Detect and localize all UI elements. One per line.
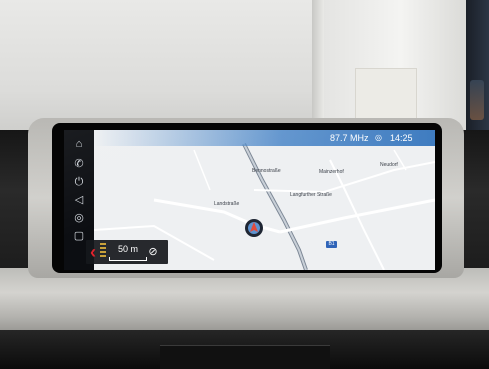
photo-scene: ⌂ ✆ ⏻ ◁ ◎ ▢ Bennostraße Mainzerhof Neudo…	[0, 0, 489, 369]
connected-drive-icon[interactable]: ◎	[71, 210, 87, 226]
zoom-level-indicator	[100, 243, 106, 259]
power-icon[interactable]: ⏻	[71, 174, 87, 190]
map-label-landstrasse: Landstraße	[214, 201, 240, 207]
car-door-edge	[466, 0, 489, 150]
infotainment-display: ⌂ ✆ ⏻ ◁ ◎ ▢ Bennostraße Mainzerhof Neudo…	[64, 130, 435, 270]
map-label-langfurther-strasse: Langfurther Straße	[290, 192, 332, 198]
status-bar: 87.7 MHz ◎ 14:25	[94, 130, 435, 146]
air-vent	[160, 345, 330, 369]
map-label-neudorf: Neudorf	[380, 162, 398, 168]
clock: 14:25	[390, 133, 413, 143]
phone-icon[interactable]: ✆	[71, 156, 87, 172]
compass-icon[interactable]: ⊘	[146, 245, 160, 259]
map-book-icon[interactable]: ▢	[71, 228, 87, 244]
chevron-left-icon[interactable]: ‹	[90, 242, 98, 262]
map-label-mainzerhof: Mainzerhof	[319, 169, 344, 175]
vehicle-position-icon	[245, 219, 263, 237]
map-scale-distance: 50 m	[118, 244, 139, 254]
map-scale-bar	[109, 257, 147, 261]
dashboard-trim	[0, 268, 489, 338]
speaker-icon[interactable]: ◁	[71, 192, 87, 208]
map-label-bennostrasse: Bennostraße	[252, 168, 281, 174]
radio-frequency: 87.7 MHz	[330, 133, 369, 143]
home-icon[interactable]: ⌂	[71, 136, 87, 152]
route-badge: B1	[326, 241, 337, 248]
radio-signal-icon: ◎	[375, 133, 382, 142]
door-reflection	[470, 80, 484, 120]
